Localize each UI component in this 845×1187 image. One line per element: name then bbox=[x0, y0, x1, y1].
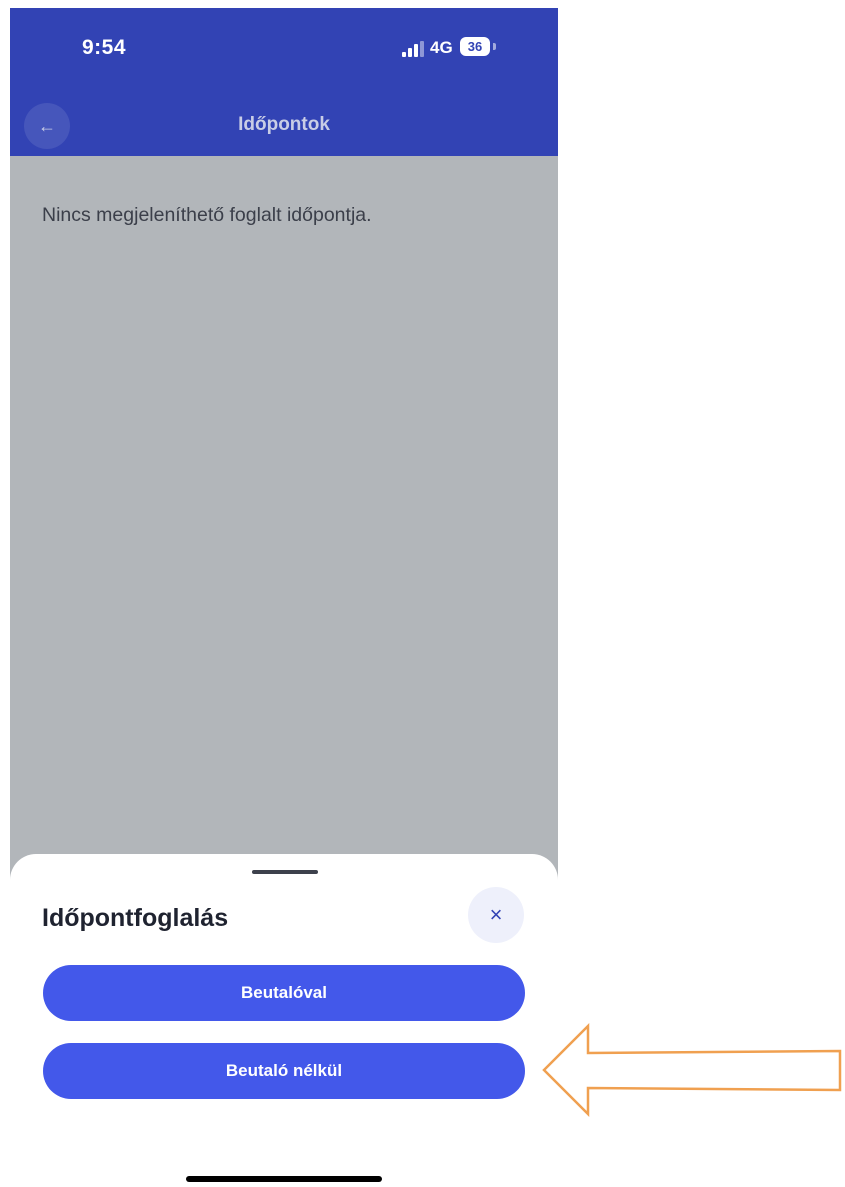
without-referral-button[interactable]: Beutaló nélkül bbox=[43, 1043, 525, 1099]
signal-icon bbox=[402, 41, 424, 57]
empty-state-message: Nincs megjeleníthető foglalt időpontja. bbox=[42, 204, 372, 226]
status-time: 9:54 bbox=[82, 36, 127, 59]
status-bar: 9:54 4G 36 bbox=[10, 8, 558, 94]
close-icon: × bbox=[489, 902, 503, 927]
network-type: 4G bbox=[430, 38, 453, 57]
orange-arrow-icon bbox=[542, 1022, 842, 1118]
phone-screen: 9:54 4G 36 ← Időpontok Nincs megjeleníth… bbox=[10, 8, 558, 1187]
drag-handle[interactable] bbox=[252, 870, 318, 874]
sheet-title: Időpontfoglalás bbox=[42, 904, 229, 932]
app-header: ← Időpontok bbox=[10, 94, 558, 156]
close-button[interactable]: × bbox=[468, 887, 524, 943]
with-referral-button[interactable]: Beutalóval bbox=[43, 965, 525, 1021]
battery-tip bbox=[493, 43, 496, 50]
battery-icon: 36 bbox=[460, 37, 490, 56]
page-title: Időpontok bbox=[238, 114, 330, 135]
bottom-sheet: Időpontfoglalás × Beutalóval Beutaló nél… bbox=[10, 854, 558, 1187]
home-indicator bbox=[186, 1176, 382, 1182]
